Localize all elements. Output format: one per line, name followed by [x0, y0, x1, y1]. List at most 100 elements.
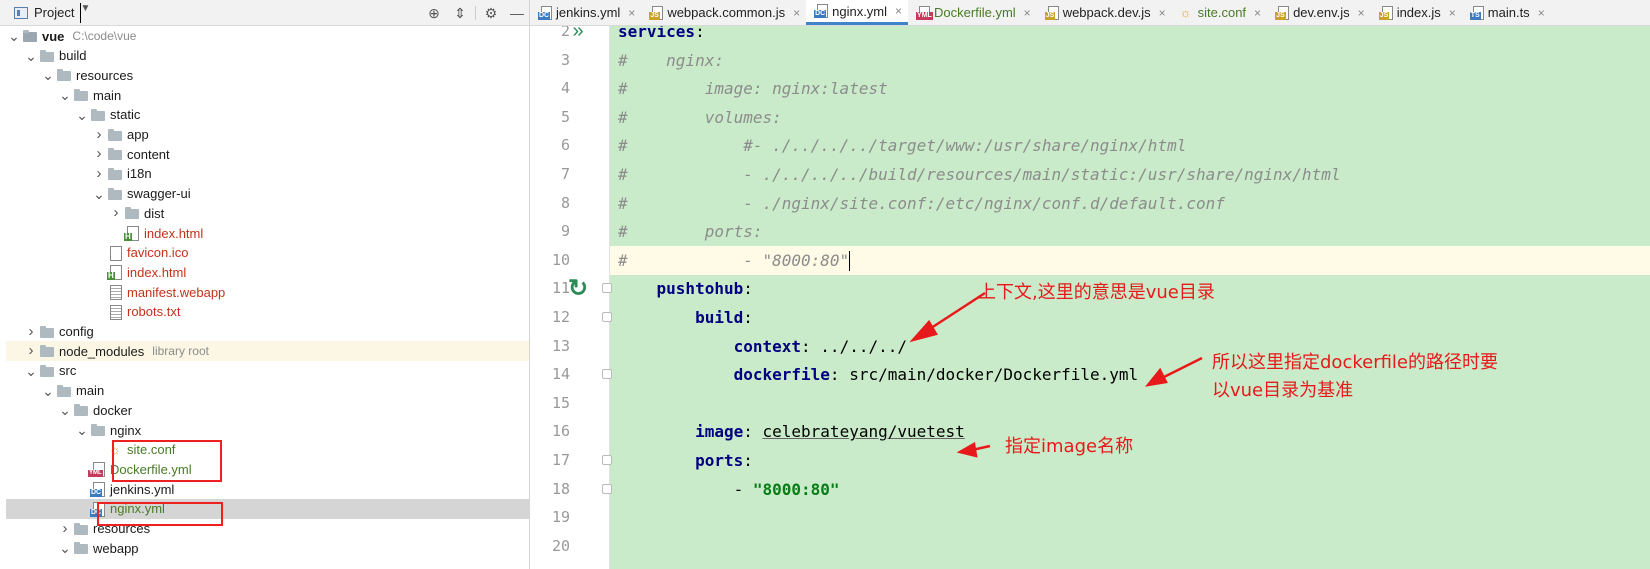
tree-item-main[interactable]: ⌄ main — [6, 85, 529, 105]
chevron-right-icon[interactable]: › — [108, 205, 124, 221]
minimize-icon[interactable]: — — [504, 5, 529, 21]
code-line[interactable]: # - ./nginx/site.conf:/etc/nginx/conf.d/… — [618, 189, 1650, 218]
chevron-down-icon[interactable]: ⌄ — [57, 541, 73, 555]
tree-item-vue[interactable]: ⌄ vue C:\code\vue — [6, 26, 529, 46]
tab-label: site.conf — [1197, 5, 1247, 20]
chevron-down-icon[interactable]: ⌄ — [91, 187, 107, 201]
chevron-down-icon[interactable]: ⌄ — [40, 68, 56, 82]
close-icon[interactable]: × — [628, 6, 635, 20]
chevron-down-icon[interactable]: ⌄ — [57, 403, 73, 417]
code-line[interactable] — [618, 532, 1650, 561]
fold-marker-icon[interactable] — [602, 369, 612, 380]
tree-item-dockerfile-yml[interactable]: Dockerfile.yml — [6, 459, 529, 479]
tree-item-build[interactable]: ⌄ build — [6, 46, 529, 66]
code-line[interactable]: build: — [618, 303, 1650, 332]
rerun-icon[interactable]: ↻ — [568, 274, 588, 303]
close-icon[interactable]: × — [1358, 6, 1365, 20]
chevron-down-icon[interactable]: ⌄ — [74, 423, 90, 437]
tree-item-site-conf[interactable]: ☼ site.conf — [6, 440, 529, 460]
tree-item-content[interactable]: › content — [6, 144, 529, 164]
collapse-icon[interactable]: ⇕ — [447, 5, 473, 22]
folder-icon — [39, 324, 55, 340]
code-line[interactable]: # volumes: — [618, 103, 1650, 132]
tree-item-label: i18n — [127, 166, 152, 182]
fold-marker-icon[interactable] — [602, 455, 612, 465]
chevron-down-icon[interactable]: ▼ — [80, 2, 90, 23]
close-icon[interactable]: × — [1449, 6, 1456, 20]
run-icon[interactable]: » — [568, 26, 588, 46]
code-line[interactable]: # image: nginx:latest — [618, 74, 1650, 103]
close-icon[interactable]: × — [1024, 6, 1031, 20]
tab-nginx-yml[interactable]: DC nginx.yml × — [806, 0, 909, 25]
tree-item-config[interactable]: › config — [6, 322, 529, 342]
fold-marker-icon[interactable] — [602, 312, 612, 322]
chevron-down-icon[interactable]: ⌄ — [74, 108, 90, 122]
code-line[interactable]: # - "8000:80" — [610, 245, 1650, 275]
tree-item-label: config — [59, 324, 94, 339]
chevron-right-icon[interactable]: › — [91, 126, 107, 143]
code-line[interactable]: # #- ./../../../target/www:/usr/share/ng… — [618, 131, 1650, 160]
chevron-down-icon[interactable]: ⌄ — [57, 88, 73, 102]
code-line[interactable]: image: celebrateyang/vuetest — [618, 417, 1650, 446]
close-icon[interactable]: × — [895, 4, 902, 18]
tree-item-resources[interactable]: › resources — [6, 519, 529, 539]
chevron-right-icon[interactable]: › — [23, 343, 39, 359]
gear-icon[interactable]: ⚙ — [478, 5, 504, 22]
tab-main-ts[interactable]: TS main.ts × — [1462, 0, 1551, 25]
chevron-right-icon[interactable]: › — [91, 165, 107, 182]
tree-item-app[interactable]: › app — [6, 125, 529, 145]
chevron-down-icon[interactable]: ⌄ — [23, 364, 39, 378]
tree-item-static[interactable]: ⌄ static — [6, 105, 529, 125]
tree-item-docker[interactable]: ⌄ docker — [6, 400, 529, 420]
close-icon[interactable]: × — [793, 6, 800, 20]
close-icon[interactable]: × — [1538, 6, 1545, 20]
tree-item-swagger-ui[interactable]: ⌄ swagger-ui — [6, 184, 529, 204]
code-line[interactable] — [618, 389, 1650, 418]
code-line[interactable]: # nginx: — [618, 46, 1650, 75]
code-line[interactable]: # - ./../../../build/resources/main/stat… — [618, 160, 1650, 189]
close-icon[interactable]: × — [1254, 6, 1261, 20]
code-line[interactable]: services: — [618, 26, 1650, 46]
tree-item-jenkins-yml[interactable]: jenkins.yml — [6, 479, 529, 499]
tree-item-resources[interactable]: ⌄ resources — [6, 65, 529, 85]
tab-webpack-common-js[interactable]: JS webpack.common.js × — [641, 0, 806, 25]
tree-item-main[interactable]: ⌄ main — [6, 381, 529, 401]
chevron-right-icon[interactable]: › — [23, 323, 39, 340]
tab-site-conf[interactable]: ☼ site.conf × — [1172, 0, 1267, 25]
tree-item-manifest-webapp[interactable]: manifest.webapp — [6, 282, 529, 302]
tab-index-js[interactable]: JS index.js × — [1371, 0, 1462, 25]
tree-item-i18n[interactable]: › i18n — [6, 164, 529, 184]
project-panel-title[interactable]: Project — [34, 5, 74, 20]
tree-item-nginx[interactable]: ⌄ nginx — [6, 420, 529, 440]
tab-dockerfile-yml[interactable]: YML Dockerfile.yml × — [908, 0, 1037, 25]
chevron-down-icon[interactable]: ⌄ — [23, 49, 39, 63]
tab-dev-env-js[interactable]: JS dev.env.js × — [1267, 0, 1371, 25]
close-icon[interactable]: × — [1159, 6, 1166, 20]
tree-item-favicon-ico[interactable]: favicon.ico — [6, 243, 529, 263]
project-panel-header: Project ▼ ⊕ ⇕ ⚙ — — [0, 0, 529, 26]
tree-item-nginx-yml[interactable]: nginx.yml — [6, 498, 529, 519]
tree-item-robots-txt[interactable]: robots.txt — [6, 302, 529, 322]
fold-marker-icon[interactable] — [602, 483, 612, 494]
tab-jenkins-yml[interactable]: DC jenkins.yml × — [530, 0, 641, 25]
line-number: 8 — [560, 193, 570, 212]
tree-item-src[interactable]: ⌄ src — [6, 361, 529, 381]
tree-item-node-modules[interactable]: › node_modules library root — [6, 341, 529, 362]
code-line[interactable] — [618, 503, 1650, 532]
tree-item-index-html[interactable]: index.html — [6, 223, 529, 243]
code-line[interactable]: ports: — [618, 446, 1650, 475]
chevron-right-icon[interactable]: › — [91, 146, 107, 162]
chevron-down-icon[interactable]: ⌄ — [40, 384, 56, 398]
code-line[interactable]: - "8000:80" — [618, 475, 1650, 504]
tab-webpack-dev-js[interactable]: JS webpack.dev.js × — [1037, 0, 1172, 25]
fold-marker-icon[interactable] — [602, 283, 612, 294]
target-icon[interactable]: ⊕ — [421, 5, 447, 22]
line-number: 7 — [560, 165, 570, 183]
tree-item-dist[interactable]: › dist — [6, 203, 529, 223]
code-line[interactable]: # ports: — [618, 217, 1650, 246]
tree-item-webapp[interactable]: ⌄ webapp — [6, 538, 529, 558]
chevron-right-icon[interactable]: › — [57, 520, 73, 537]
tree-item-index-html[interactable]: index.html — [6, 262, 529, 282]
chevron-down-icon[interactable]: ⌄ — [6, 29, 22, 43]
